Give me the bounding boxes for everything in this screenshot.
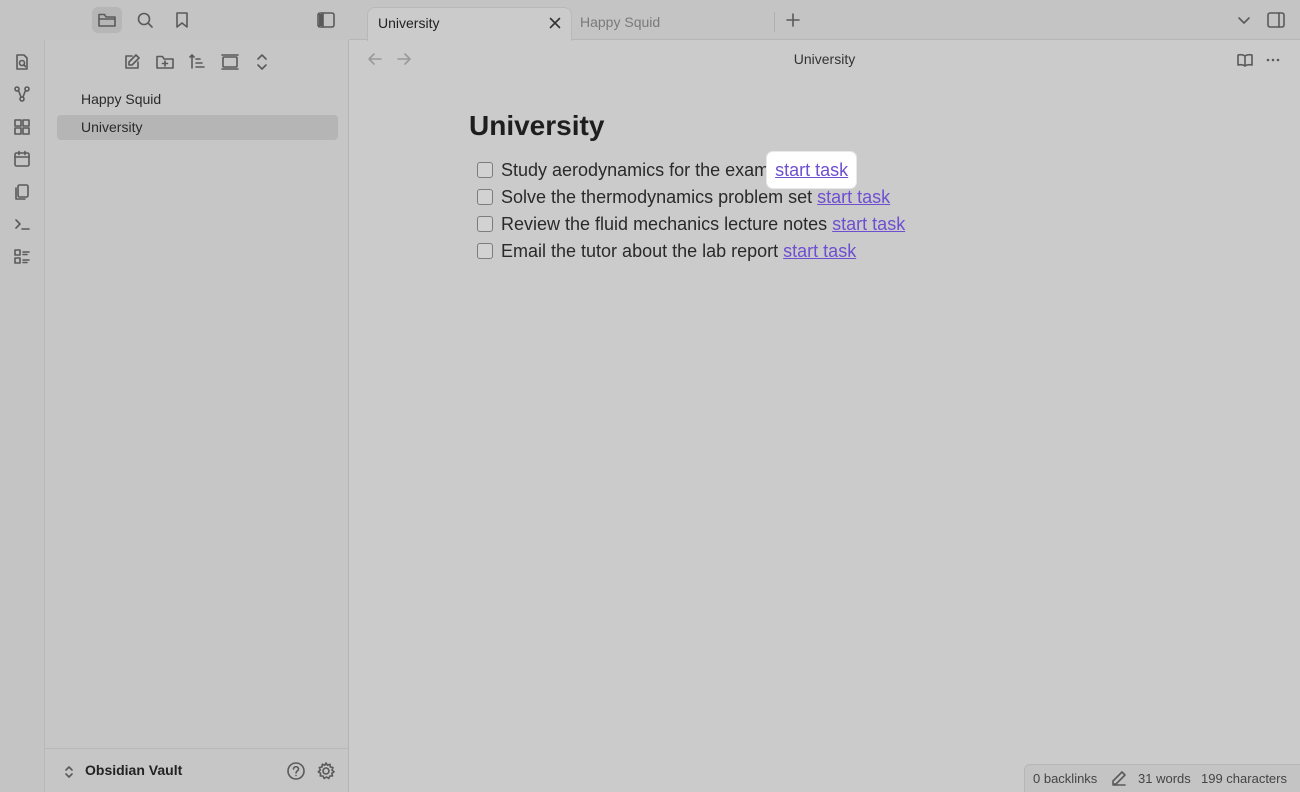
word-count: 31 words: [1138, 771, 1191, 786]
character-count: 199 characters: [1201, 771, 1287, 786]
help-button[interactable]: [286, 761, 306, 781]
close-tab-button[interactable]: [549, 17, 561, 29]
daily-note-button[interactable]: [11, 148, 33, 170]
toggle-left-sidebar-button[interactable]: [311, 7, 341, 33]
reading-view-button[interactable]: [1236, 52, 1254, 68]
task-text[interactable]: Study aerodynamics for the exam: [501, 158, 769, 182]
more-options-button[interactable]: [1265, 53, 1281, 67]
chevron-updown-icon: [65, 766, 73, 778]
collapse-icon: [221, 54, 239, 70]
task-item: Review the fluid mechanics lecture notes…: [477, 212, 905, 236]
start-task-link[interactable]: start task: [783, 239, 856, 263]
file-item-happy-squid[interactable]: Happy Squid: [57, 87, 338, 112]
daily-note-icon: [14, 150, 30, 167]
task-item: Solve the thermodynamics problem set sta…: [477, 185, 890, 209]
left-titlebar: [0, 0, 349, 40]
task-checkbox[interactable]: [477, 162, 493, 178]
edit-mode-button[interactable]: [1111, 770, 1127, 786]
sidebar-right-icon: [1267, 12, 1285, 28]
main-pane: University Happy Squid University Univer…: [349, 0, 1300, 792]
sort-button[interactable]: [185, 51, 209, 73]
task-item: Study aerodynamics for the exam start ta…: [477, 152, 857, 188]
gear-icon: [317, 762, 335, 780]
task-text[interactable]: Email the tutor about the lab report: [501, 239, 778, 263]
search-tab-button[interactable]: [130, 7, 160, 33]
new-note-button[interactable]: [120, 51, 144, 73]
task-item: Email the tutor about the lab report sta…: [477, 239, 856, 263]
status-bar: 0 backlinks 31 words 199 characters: [1024, 764, 1300, 792]
start-task-link[interactable]: start task: [767, 152, 857, 188]
close-icon: [549, 17, 561, 29]
tab-strip: University Happy Squid: [349, 0, 1300, 41]
file-item-university[interactable]: University: [57, 115, 338, 140]
vault-name[interactable]: Obsidian Vault: [85, 762, 182, 778]
backlinks-count[interactable]: 0 backlinks: [1033, 771, 1097, 786]
tab-university[interactable]: University: [367, 7, 572, 41]
more-horizontal-icon: [1266, 58, 1280, 62]
ribbon: [0, 40, 45, 792]
sort-icon: [189, 54, 205, 69]
new-tab-button[interactable]: [785, 12, 801, 28]
collapse-button[interactable]: [218, 51, 242, 73]
settings-button[interactable]: [316, 761, 336, 781]
note-title[interactable]: University: [469, 110, 604, 142]
tab-happy-squid[interactable]: Happy Squid: [570, 7, 774, 41]
command-palette-button[interactable]: [11, 213, 33, 235]
task-checkbox[interactable]: [477, 216, 493, 232]
files-tab-button[interactable]: [92, 7, 122, 33]
canvas-icon: [14, 119, 30, 135]
expand-all-button[interactable]: [250, 51, 274, 73]
bookmark-icon: [176, 12, 188, 28]
expand-icon: [257, 54, 267, 70]
book-open-icon: [1237, 53, 1253, 67]
tab-divider: [774, 12, 775, 32]
search-icon: [137, 12, 153, 28]
toggle-right-sidebar-button[interactable]: [1266, 11, 1286, 29]
vault-switcher-button[interactable]: [62, 764, 76, 780]
start-task-link[interactable]: start task: [832, 212, 905, 236]
folder-icon: [98, 13, 116, 27]
templates-button[interactable]: [11, 181, 33, 203]
file-explorer-sidebar: Happy Squid University Obsidian Vault: [45, 40, 349, 792]
open-quick-switcher-icon: [16, 54, 28, 70]
new-folder-icon: [156, 55, 174, 69]
tasks-button[interactable]: [11, 246, 33, 268]
task-checkbox[interactable]: [477, 243, 493, 259]
task-checkbox[interactable]: [477, 189, 493, 205]
graph-view-icon: [14, 86, 30, 102]
start-task-link[interactable]: start task: [817, 185, 890, 209]
task-text[interactable]: Solve the thermodynamics problem set: [501, 185, 812, 209]
chevron-down-icon: [1238, 17, 1250, 24]
tab-label: University: [378, 15, 440, 31]
new-note-icon: [125, 54, 140, 69]
bookmarks-tab-button[interactable]: [167, 7, 197, 33]
tab-label: Happy Squid: [580, 14, 661, 30]
command-palette-icon: [15, 219, 30, 230]
pencil-icon: [1112, 771, 1126, 786]
vault-bar: Obsidian Vault: [45, 748, 348, 792]
view-header-title[interactable]: University: [349, 51, 1300, 67]
sidebar-left-icon: [317, 12, 335, 28]
canvas-button[interactable]: [11, 116, 33, 138]
tab-list-button[interactable]: [1236, 14, 1252, 28]
graph-view-button[interactable]: [11, 83, 33, 105]
view-header: University: [349, 41, 1300, 79]
tasks-icon: [14, 249, 30, 264]
new-folder-button[interactable]: [153, 51, 177, 73]
task-text[interactable]: Review the fluid mechanics lecture notes: [501, 212, 827, 236]
open-quick-switcher-button[interactable]: [11, 51, 33, 73]
help-icon: [287, 762, 305, 780]
plus-icon: [786, 13, 800, 27]
templates-icon: [15, 184, 29, 200]
